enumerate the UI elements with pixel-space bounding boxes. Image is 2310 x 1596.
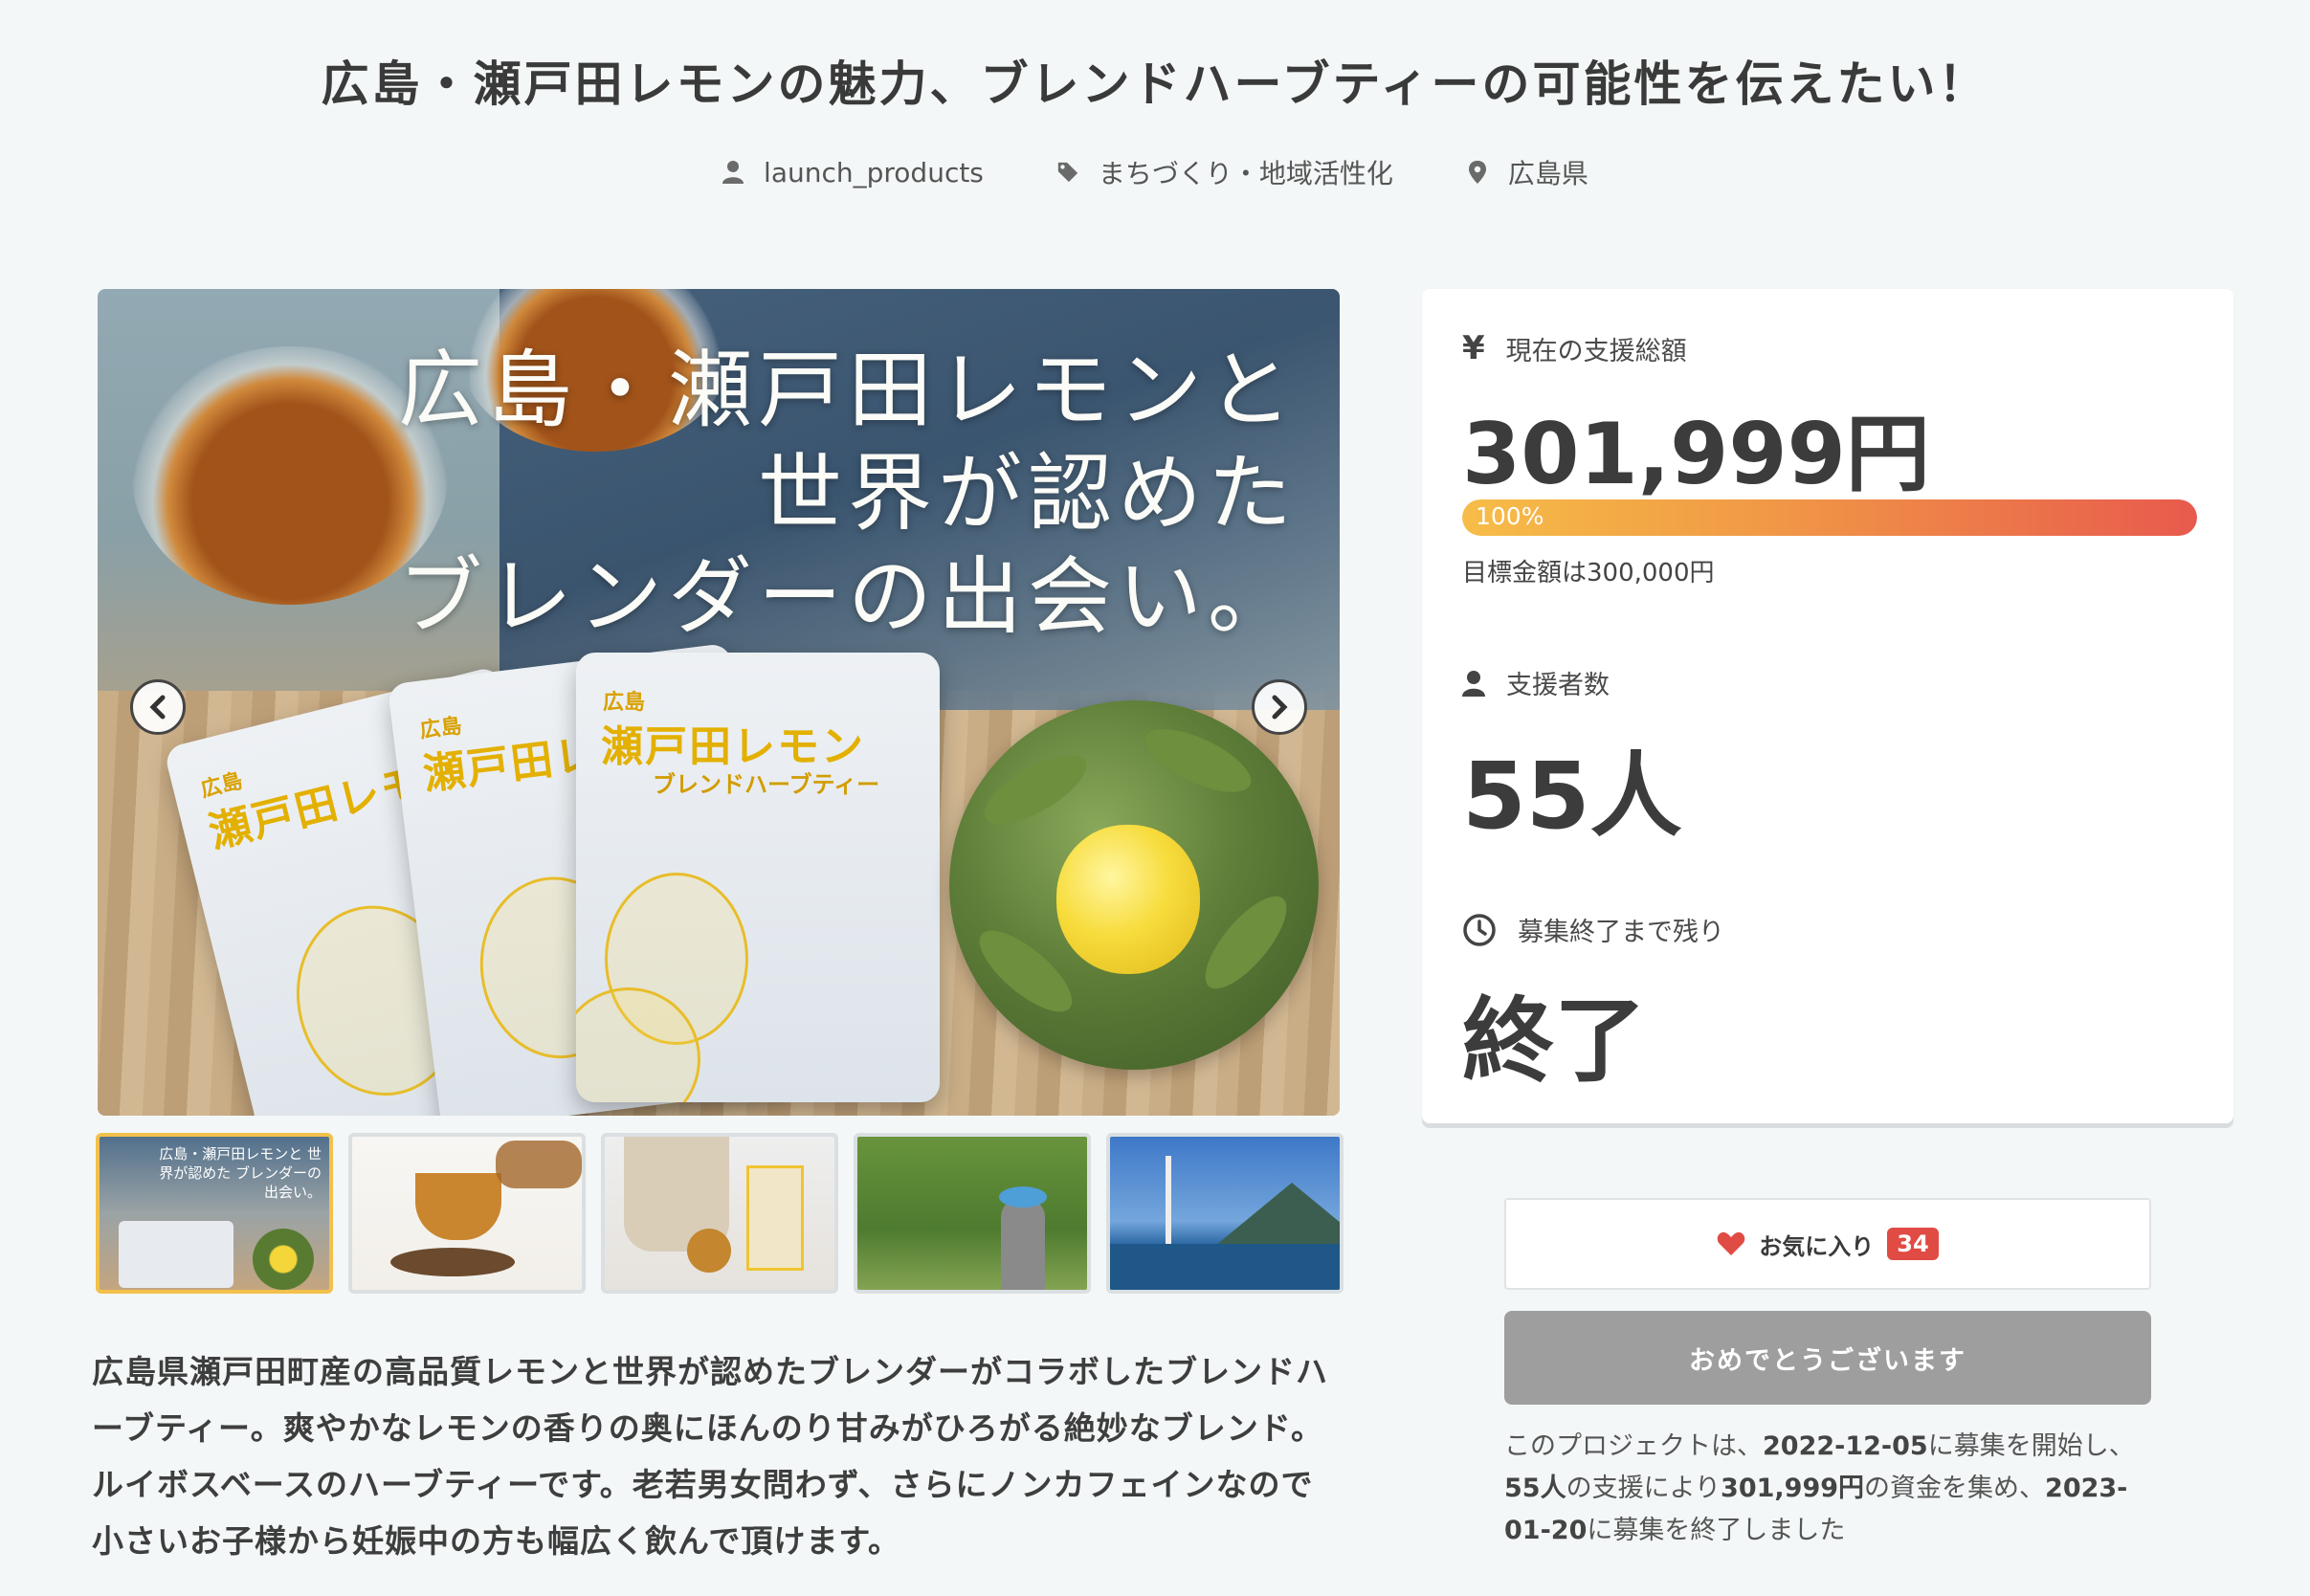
project-description: 広島県瀬戸田町産の高品質レモンと世界が認めたブレンダーがコラボしたブレンドハーブ… [92, 1353, 1328, 1560]
pouch-label-big: 瀬戸田レモン [601, 722, 865, 771]
tea-pouch-front: 広島 瀬戸田レモン ブレンドハーブティー [576, 653, 940, 1102]
heart-icon [1718, 1231, 1745, 1255]
carousel-next-button[interactable] [1252, 679, 1307, 735]
congratulations-button[interactable]: おめでとうございます [1504, 1311, 2151, 1405]
thumbnail-hat [999, 1186, 1047, 1208]
thumbnail-4[interactable] [854, 1133, 1091, 1294]
category-name: まちづくり・地域活性化 [1098, 158, 1393, 189]
project-meta: launch_products まちづくり・地域活性化 広島県 [0, 153, 2310, 191]
meta-location[interactable]: 広島県 [1466, 153, 1588, 191]
thumbnail-cup [415, 1173, 501, 1240]
yen-icon: ¥ [1462, 329, 1485, 367]
summary-text-3: の支援により [1566, 1474, 1721, 1503]
thumbnail-sea [1110, 1244, 1340, 1290]
thumbnail-lemon-circle [253, 1229, 314, 1290]
thumbnail-box [746, 1165, 804, 1271]
summary-amount: 301,999円 [1721, 1474, 1865, 1503]
thumbnail-pouch [119, 1221, 233, 1288]
thumbnail-leaves [390, 1248, 515, 1276]
goal-amount: 目標金額は300,000円 [1462, 559, 1715, 587]
backers-label-text: 支援者数 [1506, 671, 1610, 700]
hero-headline-line3: ブレンダーの出会い。 [397, 547, 1298, 646]
remaining-label: 募集終了まで残り [1462, 911, 1724, 948]
meta-owner[interactable]: launch_products [722, 153, 984, 191]
leaf [1191, 884, 1300, 1001]
thumbnail-mountain [1215, 1183, 1340, 1246]
main-image: 広島・瀬戸田レモンと 世界が認めた ブレンダーの出会い。 広島 瀬戸田レモン 広… [98, 289, 1340, 1116]
hero-headline: 広島・瀬戸田レモンと 世界が認めた ブレンダーの出会い。 [398, 339, 1298, 649]
chevron-left-icon [149, 695, 166, 720]
summary-backers: 55人 [1504, 1474, 1566, 1503]
favorite-count-badge: 34 [1887, 1228, 1939, 1260]
thumbnail-5[interactable] [1106, 1133, 1344, 1294]
thumbnail-cup [687, 1229, 731, 1273]
tag-icon [1057, 162, 1078, 183]
funding-stats-card: ¥ 現在の支援総額 301,999円 100% 目標金額は300,000円 支援… [1422, 289, 2233, 1123]
user-icon [722, 161, 744, 184]
favorite-label: お気に入り [1759, 1232, 1875, 1260]
remaining-label-text: 募集終了まで残り [1518, 918, 1724, 947]
remaining-value: 終了 [1462, 987, 1646, 1095]
thumbnail-farmer [1001, 1198, 1045, 1290]
project-page: 広島・瀬戸田レモンの魅力、ブレンドハーブティーの可能性を伝えたい！ launch… [0, 0, 2310, 1596]
page-title: 広島・瀬戸田レモンの魅力、ブレンドハーブティーの可能性を伝えたい！ [321, 56, 1989, 112]
progress-fill [1462, 499, 2197, 536]
pouch-label-sub: ブレンドハーブティー [653, 771, 880, 798]
owner-name: launch_products [764, 156, 984, 188]
favorite-button[interactable]: お気に入り 34 [1504, 1198, 2151, 1290]
thumbnail-1[interactable]: 広島・瀬戸田レモンと 世界が認めた ブレンダーの出会い。 [96, 1133, 333, 1294]
hero-headline-line2: 世界が認めた [757, 444, 1298, 543]
summary-text-4: の資金を集め、 [1864, 1474, 2046, 1503]
meta-category[interactable]: まちづくり・地域活性化 [1056, 153, 1393, 191]
thumbnail-2[interactable] [348, 1133, 586, 1294]
carousel-prev-button[interactable] [130, 679, 186, 735]
lemon-tree-photo [949, 700, 1319, 1070]
thumbnail-3[interactable] [601, 1133, 838, 1294]
progress-percent: 100% [1476, 502, 1544, 530]
thumbnail-caption: 広島・瀬戸田レモンと 世界が認めた ブレンダーの出会い。 [159, 1145, 322, 1201]
location-name: 広島県 [1507, 158, 1588, 189]
backers-value: 55人 [1462, 743, 1682, 850]
total-amount-value: 301,999円 [1462, 405, 1930, 503]
map-pin-icon [1468, 161, 1486, 184]
chevron-right-icon [1272, 695, 1288, 720]
total-amount-label-text: 現在の支援総額 [1505, 336, 1687, 366]
funding-progress-bar: 100% [1462, 499, 2197, 536]
lemon [1056, 825, 1200, 974]
thumbnail-strip: 広島・瀬戸田レモンと 世界が認めた ブレンダーの出会い。 [96, 1133, 1344, 1294]
summary-text-1: このプロジェクトは、 [1504, 1431, 1763, 1461]
clock-icon [1463, 913, 1496, 946]
backers-label: 支援者数 [1462, 664, 1610, 701]
thumbnail-bridge [1166, 1156, 1171, 1248]
total-amount-label: ¥ 現在の支援総額 [1462, 329, 1687, 367]
summary-text-5: に募集を終了しました [1587, 1516, 1846, 1545]
user-icon [1462, 670, 1485, 697]
summary-start-date: 2022-12-05 [1763, 1431, 1928, 1461]
summary-text-2: に募集を開始し、 [1927, 1431, 2135, 1461]
hero-headline-line1: 広島・瀬戸田レモンと [397, 341, 1298, 439]
project-summary: このプロジェクトは、2022-12-05に募集を開始し、 55人の支援により301… [1504, 1426, 2151, 1552]
thumbnail-pot [496, 1141, 582, 1188]
